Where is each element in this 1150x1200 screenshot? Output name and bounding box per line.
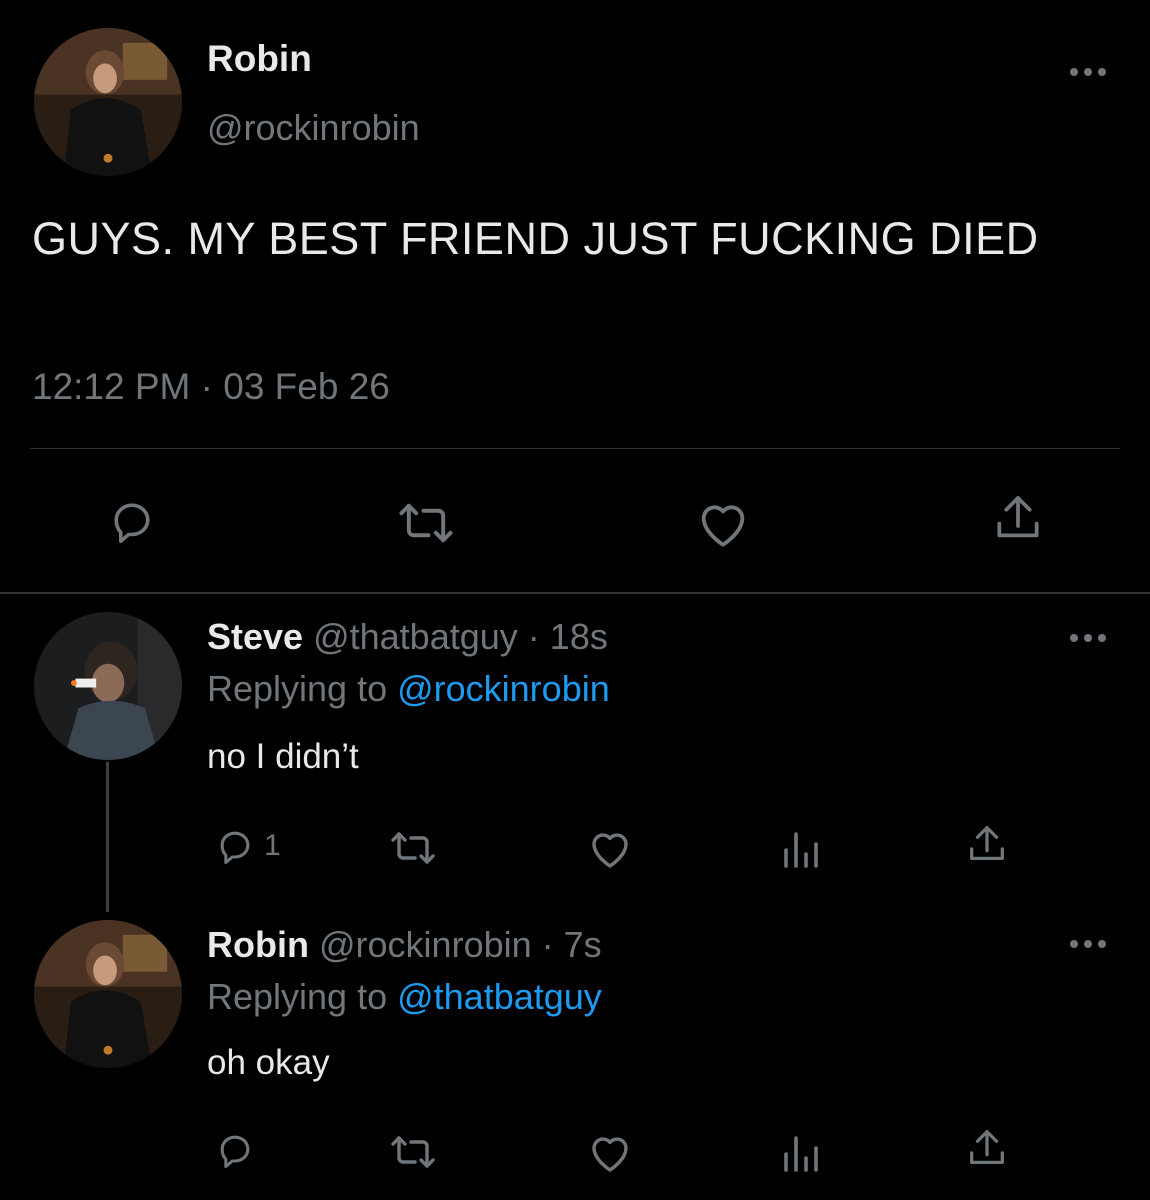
reply-author-handle[interactable]: @rockinrobin xyxy=(319,924,532,965)
more-icon[interactable] xyxy=(1068,64,1108,80)
separator-dot: · xyxy=(541,924,564,965)
like-icon xyxy=(592,833,628,868)
reply-header: Steve @thatbatguy · 18s xyxy=(207,616,608,658)
replying-to-mention[interactable]: @thatbatguy xyxy=(397,976,602,1017)
reply-author-name[interactable]: Robin xyxy=(207,924,309,965)
author-handle[interactable]: @rockinrobin xyxy=(207,107,420,149)
robin-avatar[interactable] xyxy=(34,920,182,1068)
retweet-icon xyxy=(391,832,435,864)
analytics-icon xyxy=(784,832,818,868)
like-icon xyxy=(701,505,745,547)
robin-avatar[interactable] xyxy=(34,28,182,176)
replying-to-mention[interactable]: @rockinrobin xyxy=(397,668,610,709)
share-button[interactable] xyxy=(990,490,1046,548)
author-name[interactable]: Robin xyxy=(207,38,312,80)
replying-to-label: Replying to xyxy=(207,668,398,709)
like-icon xyxy=(592,1137,628,1172)
separator-dot: · xyxy=(527,616,550,657)
analytics-button[interactable] xyxy=(778,1130,822,1174)
reply-icon xyxy=(114,503,150,544)
replying-to-label: Replying to xyxy=(207,976,398,1017)
reply-time[interactable]: 18s xyxy=(550,616,608,657)
like-button[interactable] xyxy=(586,826,634,870)
retweet-button[interactable] xyxy=(386,1130,440,1174)
more-icon[interactable] xyxy=(1068,936,1108,952)
reply-text: oh okay xyxy=(207,1043,330,1082)
reply-count: 1 xyxy=(264,829,281,862)
retweet-button[interactable] xyxy=(386,826,440,870)
tweet-timestamp[interactable]: 12:12 PM · 03 Feb 26 xyxy=(32,366,390,408)
reply-button[interactable]: 1 xyxy=(212,824,281,868)
steve-avatar[interactable] xyxy=(34,612,182,760)
thread-connector xyxy=(106,762,109,912)
timestamp-divider xyxy=(30,448,1120,449)
tweet-divider xyxy=(0,592,1150,594)
retweet-icon xyxy=(391,1136,435,1168)
reply-icon xyxy=(220,831,250,865)
replying-to: Replying to @thatbatguy xyxy=(207,976,602,1018)
reply-author-name[interactable]: Steve xyxy=(207,616,303,657)
share-button[interactable] xyxy=(964,1126,1010,1172)
tweet-text: GUYS. MY BEST FRIEND JUST FUCKING DIED xyxy=(32,213,1039,264)
like-button[interactable] xyxy=(586,1130,634,1174)
replying-to: Replying to @rockinrobin xyxy=(207,668,610,710)
share-icon xyxy=(997,496,1039,538)
retweet-icon xyxy=(399,503,453,543)
reply-author-handle[interactable]: @thatbatguy xyxy=(313,616,518,657)
reply-header: Robin @rockinrobin · 7s xyxy=(207,924,602,966)
share-button[interactable] xyxy=(964,822,1010,868)
analytics-button[interactable] xyxy=(778,826,822,870)
analytics-icon xyxy=(784,1136,818,1172)
reply-text: no I didn’t xyxy=(207,737,359,776)
reply-icon xyxy=(220,1135,250,1169)
reply-time[interactable]: 7s xyxy=(564,924,602,965)
share-icon xyxy=(970,1130,1004,1165)
reply-button[interactable] xyxy=(104,494,160,548)
reply-button[interactable] xyxy=(212,1128,258,1172)
share-icon xyxy=(970,826,1004,861)
retweet-button[interactable] xyxy=(394,496,458,550)
more-icon[interactable] xyxy=(1068,630,1108,646)
like-button[interactable] xyxy=(694,496,752,550)
